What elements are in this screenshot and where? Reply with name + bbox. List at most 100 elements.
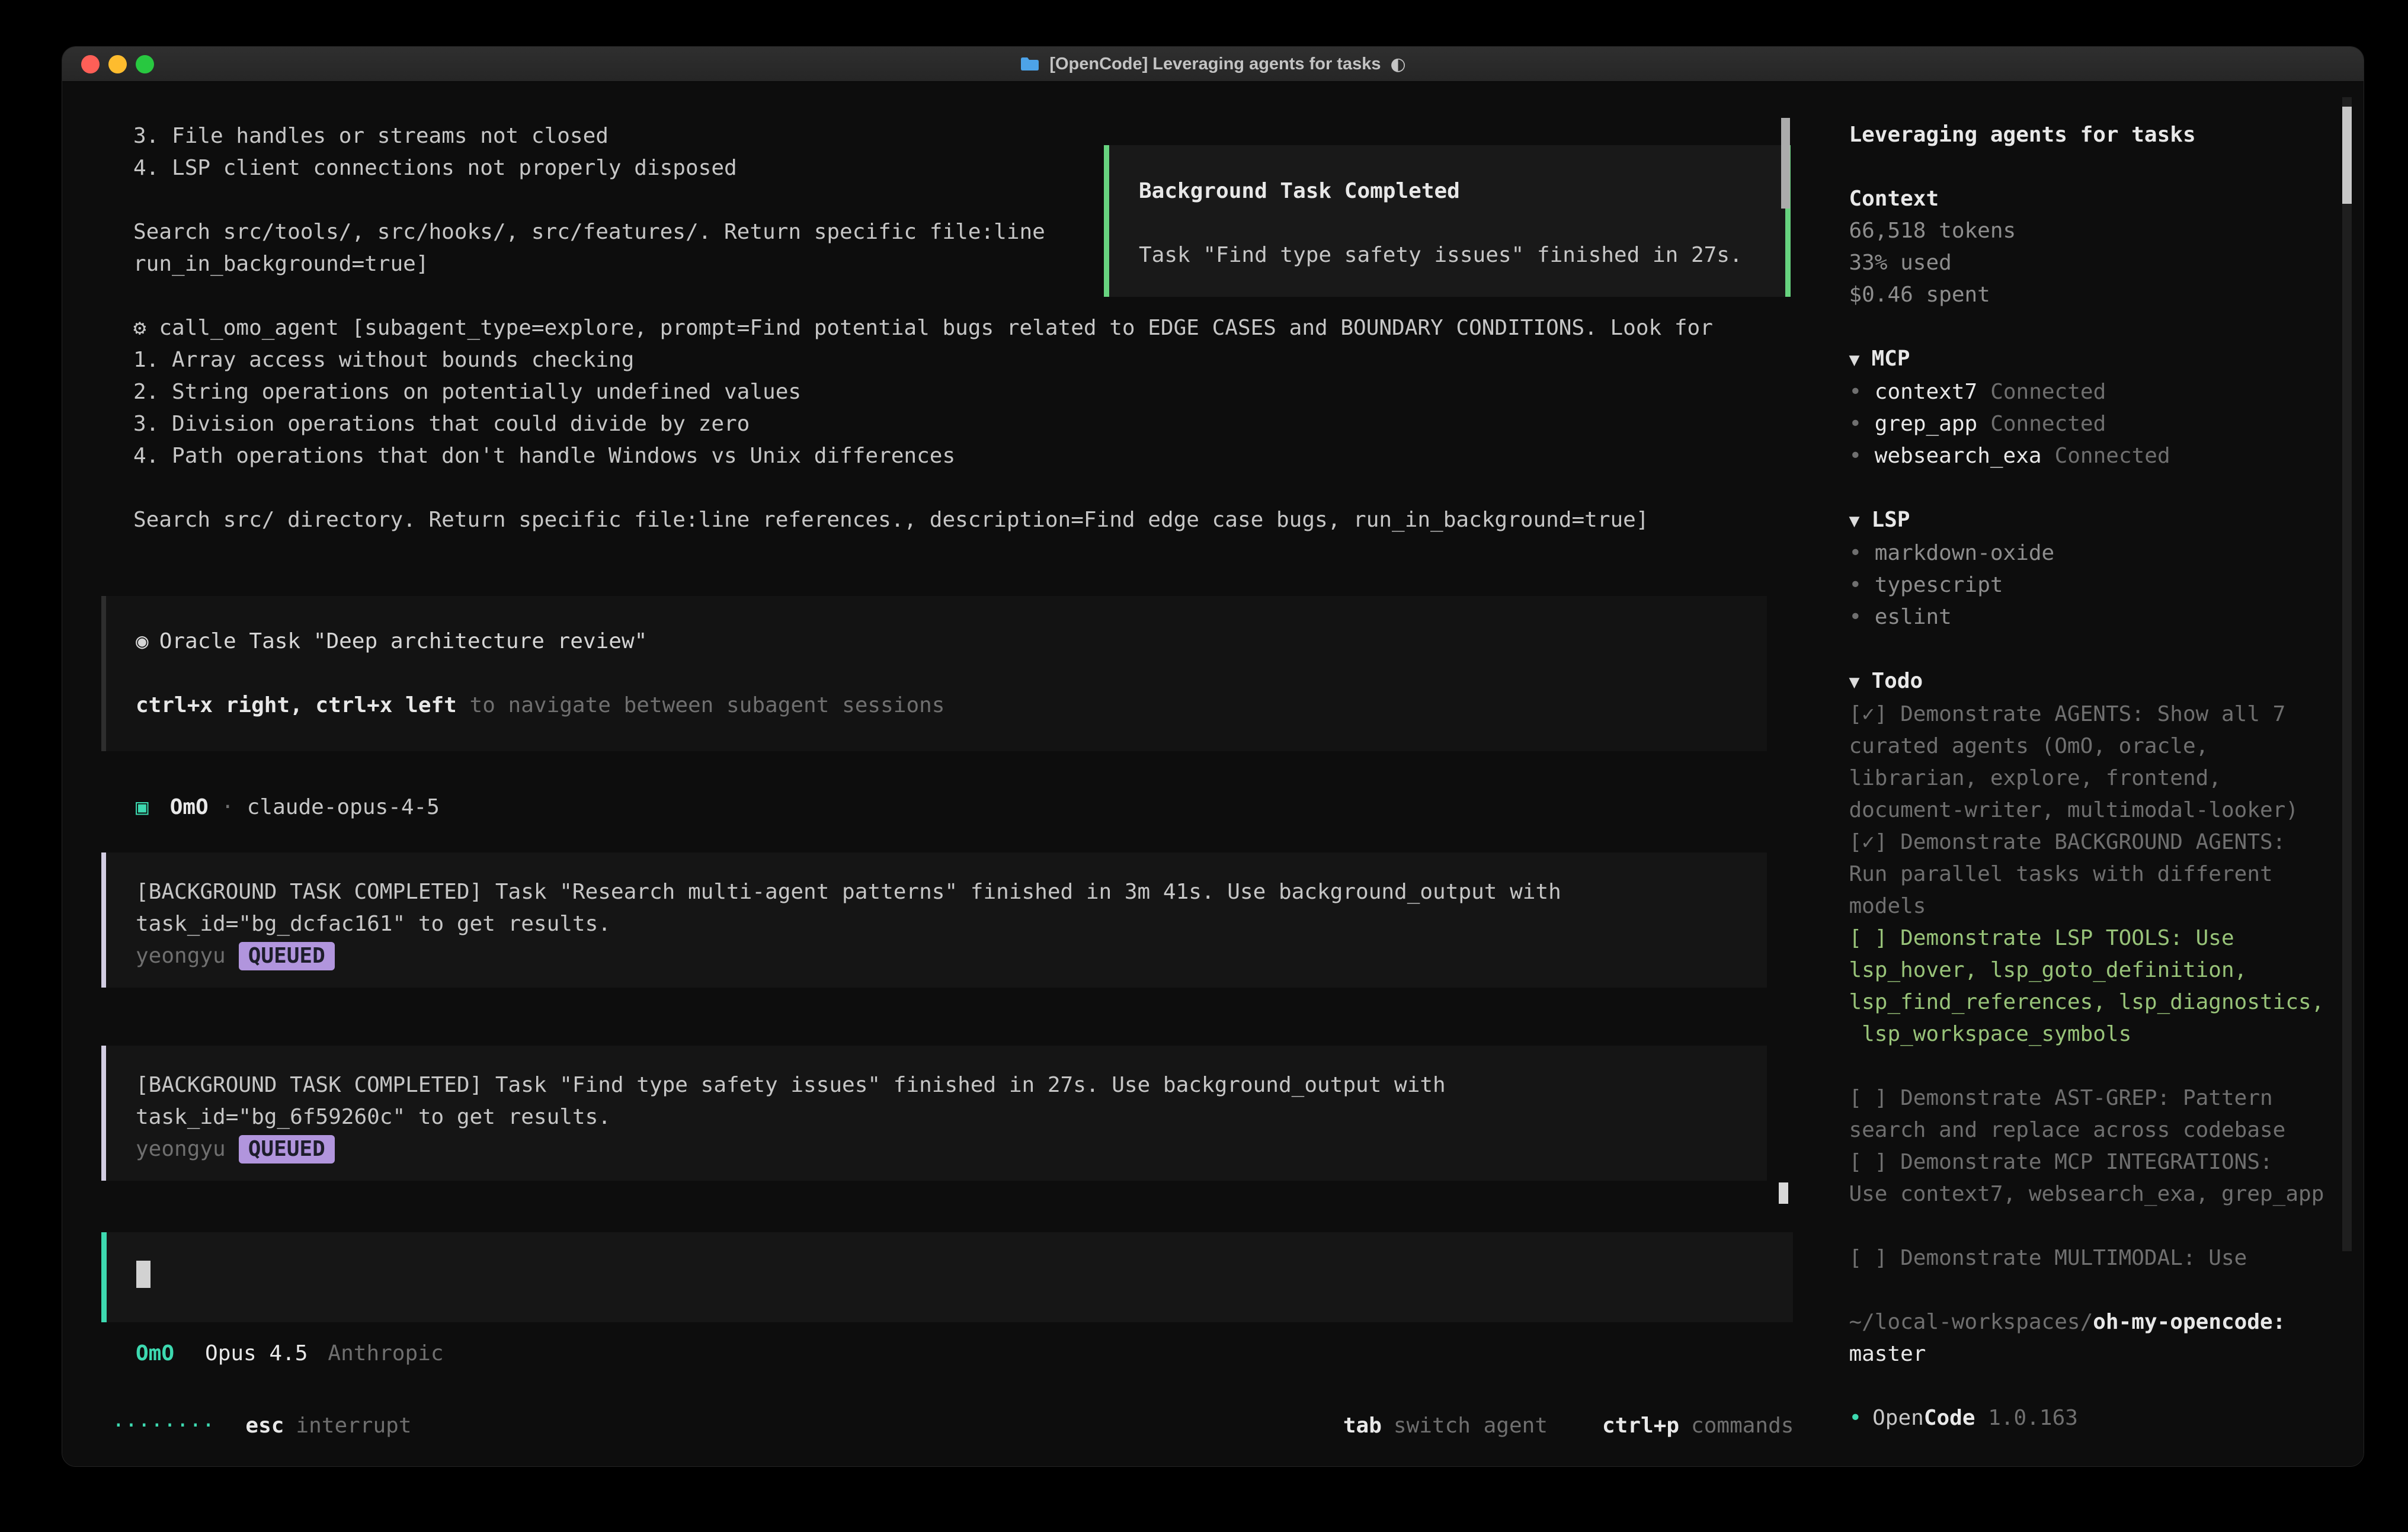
log-line: ⚙ call_omo_agent [subagent_type=explore,… (133, 312, 1824, 344)
titlebar[interactable]: [OpenCode] Leveraging agents for tasks ◐ (62, 47, 2364, 82)
statusbar-left: ········ esc interrupt (112, 1410, 412, 1442)
todo-line: [ ] Demonstrate MCP INTEGRATIONS: (1849, 1146, 2340, 1178)
log-line (133, 472, 1824, 504)
message-author: yeongyu (136, 1137, 226, 1161)
oracle-title: Oracle Task "Deep architecture review" (159, 629, 648, 653)
spacer (1139, 207, 1785, 239)
mcp-item: • context7Connected (1849, 376, 2340, 408)
app-name-code: Code (1924, 1406, 1975, 1430)
mcp-server-status: Connected (1990, 412, 2106, 436)
context-stat: 33% used (1849, 247, 2340, 279)
agent-model: claude-opus-4-5 (247, 795, 440, 819)
agent-name: OmO (170, 795, 209, 819)
message-block: [BACKGROUND TASK COMPLETED] Task "Resear… (101, 852, 1767, 988)
oracle-panel: ◉Oracle Task "Deep architecture review" … (101, 596, 1767, 751)
bullet-icon: • (1849, 1406, 1862, 1430)
model-name: Opus 4.5 (205, 1341, 308, 1366)
oracle-hint-keys: ctrl+x right, ctrl+x left (136, 693, 457, 717)
session-title: Leveraging agents for tasks (1849, 119, 2340, 151)
log-line: 3. Division operations that could divide… (133, 408, 1824, 440)
workspace-branch: master (1849, 1338, 2340, 1370)
todo-line: document-writer, multimodal-looker) (1849, 794, 2340, 826)
todo-line: [✓] Demonstrate AGENTS: Show all 7 (1849, 698, 2340, 730)
todo-item: [ ] Demonstrate AST-GREP: Patternsearch … (1849, 1082, 2340, 1146)
bullet-icon: • (1849, 605, 1874, 629)
lsp-heading: LSP (1872, 508, 1910, 532)
message-author: yeongyu (136, 944, 226, 968)
commands-key-label: commands (1691, 1414, 1794, 1438)
mcp-server-name: grep_app (1875, 412, 1977, 436)
mcp-server-name: context7 (1875, 380, 1977, 404)
oracle-hint-text: to navigate between subagent sessions (457, 693, 945, 717)
model-provider: Anthropic (328, 1341, 443, 1366)
tab-key-label: switch agent (1394, 1414, 1548, 1438)
folder-icon (1020, 56, 1040, 72)
zoom-button[interactable] (136, 55, 154, 73)
todo-section-header[interactable]: ▼Todo (1849, 665, 2340, 698)
message-line: [BACKGROUND TASK COMPLETED] Task "Find t… (136, 1069, 1743, 1101)
log-line: Search src/ directory. Return specific f… (133, 504, 1824, 536)
app-version: •OpenCode 1.0.163 (1849, 1402, 2340, 1434)
todo-heading: Todo (1872, 669, 1923, 693)
message-line: task_id="bg_6f59260c" to get results. (136, 1101, 1743, 1133)
workspace-path-prefix: ~/local-workspaces/ (1849, 1310, 2093, 1334)
window-title-text: [OpenCode] Leveraging agents for tasks (1049, 55, 1381, 74)
workspace-path: ~/local-workspaces/oh-my-opencode: (1849, 1306, 2340, 1338)
status-badge: QUEUED (239, 1135, 335, 1164)
chat-pane: 3. File handles or streams not closed4. … (62, 82, 1824, 1467)
toast-title: Background Task Completed (1139, 175, 1785, 207)
lsp-section-header[interactable]: ▼ LSP (1849, 504, 2340, 537)
todo-item: [ ] Demonstrate MULTIMODAL: Use (1849, 1242, 2340, 1274)
spinner-dots: ········ (112, 1414, 214, 1438)
todo-line: Use context7, websearch_exa, grep_app (1849, 1178, 2340, 1210)
model-info: OmOOpus 4.5Anthropic (136, 1338, 1824, 1370)
app-name-open: Open (1872, 1406, 1924, 1430)
bullet-icon: • (1849, 573, 1874, 597)
message-block: [BACKGROUND TASK COMPLETED] Task "Find t… (101, 1046, 1767, 1181)
notification-toast: Background Task Completed Task "Find typ… (1104, 145, 1791, 297)
sidebar-scrollbar-track[interactable] (2342, 97, 2352, 1251)
statusbar: ········escinterrupt tabswitch agentctrl… (112, 1410, 1794, 1442)
todo-line: [✓] Demonstrate BACKGROUND AGENTS: (1849, 826, 2340, 858)
esc-key-hint: esc (245, 1414, 284, 1438)
chevron-down-icon: ▼ (1849, 511, 1859, 531)
prompt-input[interactable] (101, 1232, 1793, 1322)
spacer (136, 658, 1767, 690)
todo-item: [ ] Demonstrate MCP INTEGRATIONS:Use con… (1849, 1146, 2340, 1210)
input-line[interactable] (136, 1261, 1793, 1294)
todo-line: [ ] Demonstrate LSP TOOLS: Use (1849, 922, 2340, 954)
toast-body: Task "Find type safety issues" finished … (1139, 239, 1785, 271)
message-line: [BACKGROUND TASK COMPLETED] Task "Resear… (136, 876, 1743, 908)
todo-line: lsp_workspace_symbols (1849, 1018, 2340, 1050)
mcp-item: • websearch_exaConnected (1849, 440, 2340, 472)
todo-list: [✓] Demonstrate AGENTS: Show all 7curate… (1849, 698, 2340, 1274)
minimize-button[interactable] (108, 55, 127, 73)
spacer (1849, 472, 2340, 504)
message-list: [BACKGROUND TASK COMPLETED] Task "Resear… (62, 852, 1824, 1181)
oracle-hint: ctrl+x right, ctrl+x left to navigate be… (136, 690, 1767, 722)
context-stat: 66,518 tokens (1849, 215, 2340, 247)
terminal-window: [OpenCode] Leveraging agents for tasks ◐… (62, 46, 2364, 1467)
bullet-icon: • (1849, 380, 1874, 404)
tab-key-hint: tab (1343, 1414, 1382, 1438)
lsp-server-name: eslint (1875, 605, 1952, 629)
todo-line: lsp_hover, lsp_goto_definition, (1849, 954, 2340, 986)
spacer (1849, 151, 2340, 183)
message-scrollbar-thumb[interactable] (1779, 1182, 1788, 1204)
bullet-icon: • (1849, 412, 1874, 436)
window-title: [OpenCode] Leveraging agents for tasks ◐ (1020, 54, 1405, 75)
close-button[interactable] (81, 55, 100, 73)
main-scrollbar-thumb[interactable] (1781, 118, 1790, 209)
recording-indicator-icon: ◐ (1390, 54, 1405, 75)
todo-line: [ ] Demonstrate AST-GREP: Pattern (1849, 1082, 2340, 1114)
mcp-item: • grep_app Connected (1849, 408, 2340, 440)
esc-key-label: interrupt (296, 1414, 411, 1438)
todo-line: Run parallel tasks with different (1849, 858, 2340, 890)
mcp-section-header[interactable]: ▼MCP (1849, 343, 2340, 376)
lsp-server-name: typescript (1875, 573, 2003, 597)
oracle-title-line: ◉Oracle Task "Deep architecture review" (136, 626, 1767, 658)
spacer (1849, 311, 2340, 343)
sidebar-scrollbar-thumb[interactable] (2342, 107, 2352, 204)
todo-item: [ ] Demonstrate LSP TOOLS: Uselsp_hover,… (1849, 922, 2340, 1050)
bullet-icon: • (1849, 541, 1874, 565)
